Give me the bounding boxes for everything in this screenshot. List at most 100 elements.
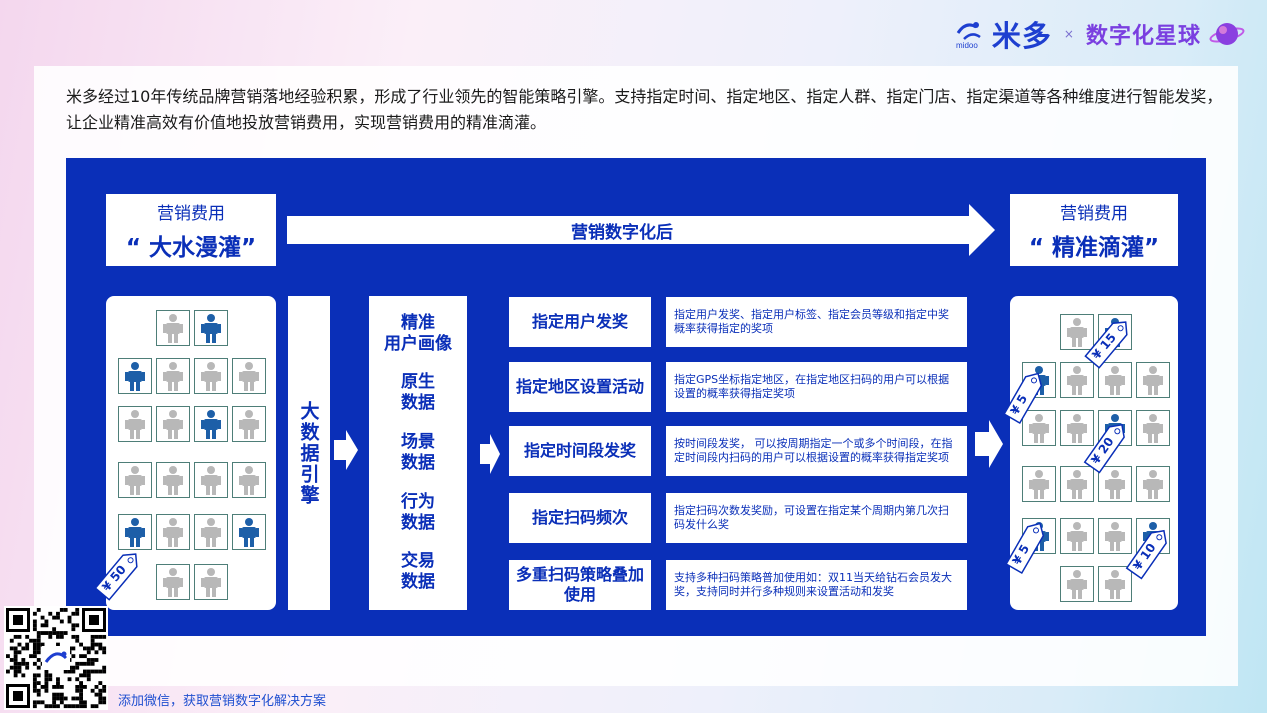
person-icon <box>239 518 259 547</box>
before-caption: 营销费用 “ 大水漫灌” <box>106 194 276 266</box>
person-icon <box>1143 414 1163 443</box>
person-figure <box>156 564 190 600</box>
brand-separator: × <box>1063 27 1074 41</box>
person-figure <box>194 310 228 346</box>
person-icon <box>1105 522 1125 551</box>
person-icon <box>125 410 145 439</box>
person-figure <box>1060 466 1094 502</box>
big-data-engine-box: 大数据引擎 <box>288 296 330 610</box>
person-figure <box>232 406 266 442</box>
feature-title: 多重扫码策略叠加使用 <box>509 560 651 610</box>
person-figure <box>156 310 190 346</box>
transition-arrow: 营销数字化后 <box>287 202 995 258</box>
planet-icon <box>1209 23 1245 45</box>
person-figure <box>1060 362 1094 398</box>
midoo-logo: midoo 米多 <box>954 13 1052 55</box>
transition-label: 营销数字化后 <box>571 222 673 243</box>
data-source-item: 交易 数据 <box>401 551 435 593</box>
person-icon <box>1029 470 1049 499</box>
person-figure <box>118 406 152 442</box>
feature-description: 指定用户发奖、指定用户标签、指定会员等级和指定中奖概率获得指定的奖项 <box>666 297 967 347</box>
footer-cta: 添加微信，获取营销数字化解决方案 <box>118 694 327 709</box>
data-source-item: 精准 用户画像 <box>384 312 452 354</box>
data-source-item: 原生 数据 <box>401 372 435 414</box>
person-icon <box>1067 522 1087 551</box>
person-figure <box>194 358 228 394</box>
person-icon <box>125 466 145 495</box>
person-icon <box>201 518 221 547</box>
person-icon <box>201 410 221 439</box>
person-figure <box>232 358 266 394</box>
data-source-item: 场景 数据 <box>401 431 435 473</box>
wechat-qr-code[interactable] <box>4 606 108 710</box>
feature-title: 指定用户发奖 <box>509 297 651 347</box>
person-icon <box>1105 470 1125 499</box>
person-figure <box>1060 566 1094 602</box>
person-figure <box>156 406 190 442</box>
person-figure <box>1060 314 1094 350</box>
person-figure <box>1098 362 1132 398</box>
person-icon <box>1067 318 1087 347</box>
feature-description: 支持多种扫码策略普加使用如：双11当天给钻石会员发大奖，支持同时并行多种规则来设… <box>666 560 967 610</box>
person-icon <box>201 568 221 597</box>
feature-title: 指定时间段发奖 <box>509 426 651 476</box>
person-figure <box>156 358 190 394</box>
data-source-item: 行为 数据 <box>401 491 435 533</box>
person-icon <box>239 362 259 391</box>
feature-description: 指定扫码次数发奖励，可设置在指定某个周期内第几次扫码发什么奖 <box>666 493 967 543</box>
partner-name: 数字化星球 <box>1085 24 1201 49</box>
brand-header: midoo 米多 × 数字化星球 <box>954 14 1245 54</box>
person-figure <box>1136 362 1170 398</box>
after-caption-small: 营销费用 <box>1060 203 1128 224</box>
before-crowd-box: ¥ 50 <box>94 296 276 610</box>
person-figure <box>1098 466 1132 502</box>
person-figure <box>194 514 228 550</box>
person-icon <box>163 314 183 343</box>
midoo-wordmark: midoo <box>956 41 978 49</box>
person-figure <box>118 462 152 498</box>
person-icon <box>239 466 259 495</box>
person-icon <box>1105 570 1125 599</box>
arrow-right-icon <box>334 430 358 470</box>
person-icon <box>1105 366 1125 395</box>
person-figure <box>1022 466 1056 502</box>
person-figure <box>1060 410 1094 446</box>
intro-paragraph: 米多经过10年传统品牌营销落地经验积累，形成了行业领先的智能策略引擎。支持指定时… <box>66 87 1223 132</box>
after-crowd-box: ¥ 15 ¥ 5 ¥ 20 ¥ 5 ¥ 10 <box>1003 296 1178 610</box>
feature-title: 指定扫码频次 <box>509 493 651 543</box>
person-figure <box>1098 518 1132 554</box>
midoo-mark-icon: midoo <box>956 22 981 49</box>
person-figure <box>156 514 190 550</box>
person-figure <box>194 406 228 442</box>
person-icon <box>163 518 183 547</box>
qr-code-icon <box>6 608 107 709</box>
person-icon <box>125 518 145 547</box>
person-icon <box>163 466 183 495</box>
person-figure <box>118 514 152 550</box>
person-figure <box>1136 410 1170 446</box>
person-icon <box>1067 366 1087 395</box>
person-icon <box>163 568 183 597</box>
person-icon <box>163 362 183 391</box>
person-icon <box>1143 366 1163 395</box>
person-figure <box>232 462 266 498</box>
before-caption-big: “ 大水漫灌” <box>125 234 257 261</box>
person-icon <box>1029 414 1049 443</box>
person-figure <box>156 462 190 498</box>
after-caption: 营销费用 “ 精准滴灌” <box>1010 194 1178 266</box>
person-figure <box>1022 410 1056 446</box>
person-figure <box>1136 466 1170 502</box>
person-icon <box>201 362 221 391</box>
engine-label: 大数据引擎 <box>297 400 320 506</box>
arrow-right-icon <box>975 420 1003 468</box>
person-figure <box>232 514 266 550</box>
person-figure <box>118 358 152 394</box>
data-sources-box: 精准 用户画像 原生 数据 场景 数据 行为 数据 交易 数据 <box>369 296 467 610</box>
person-icon <box>201 466 221 495</box>
feature-title: 指定地区设置活动 <box>509 362 651 412</box>
person-figure <box>194 564 228 600</box>
person-figure <box>1098 566 1132 602</box>
person-icon <box>239 410 259 439</box>
person-icon <box>1067 470 1087 499</box>
arrow-right-icon <box>480 434 500 474</box>
